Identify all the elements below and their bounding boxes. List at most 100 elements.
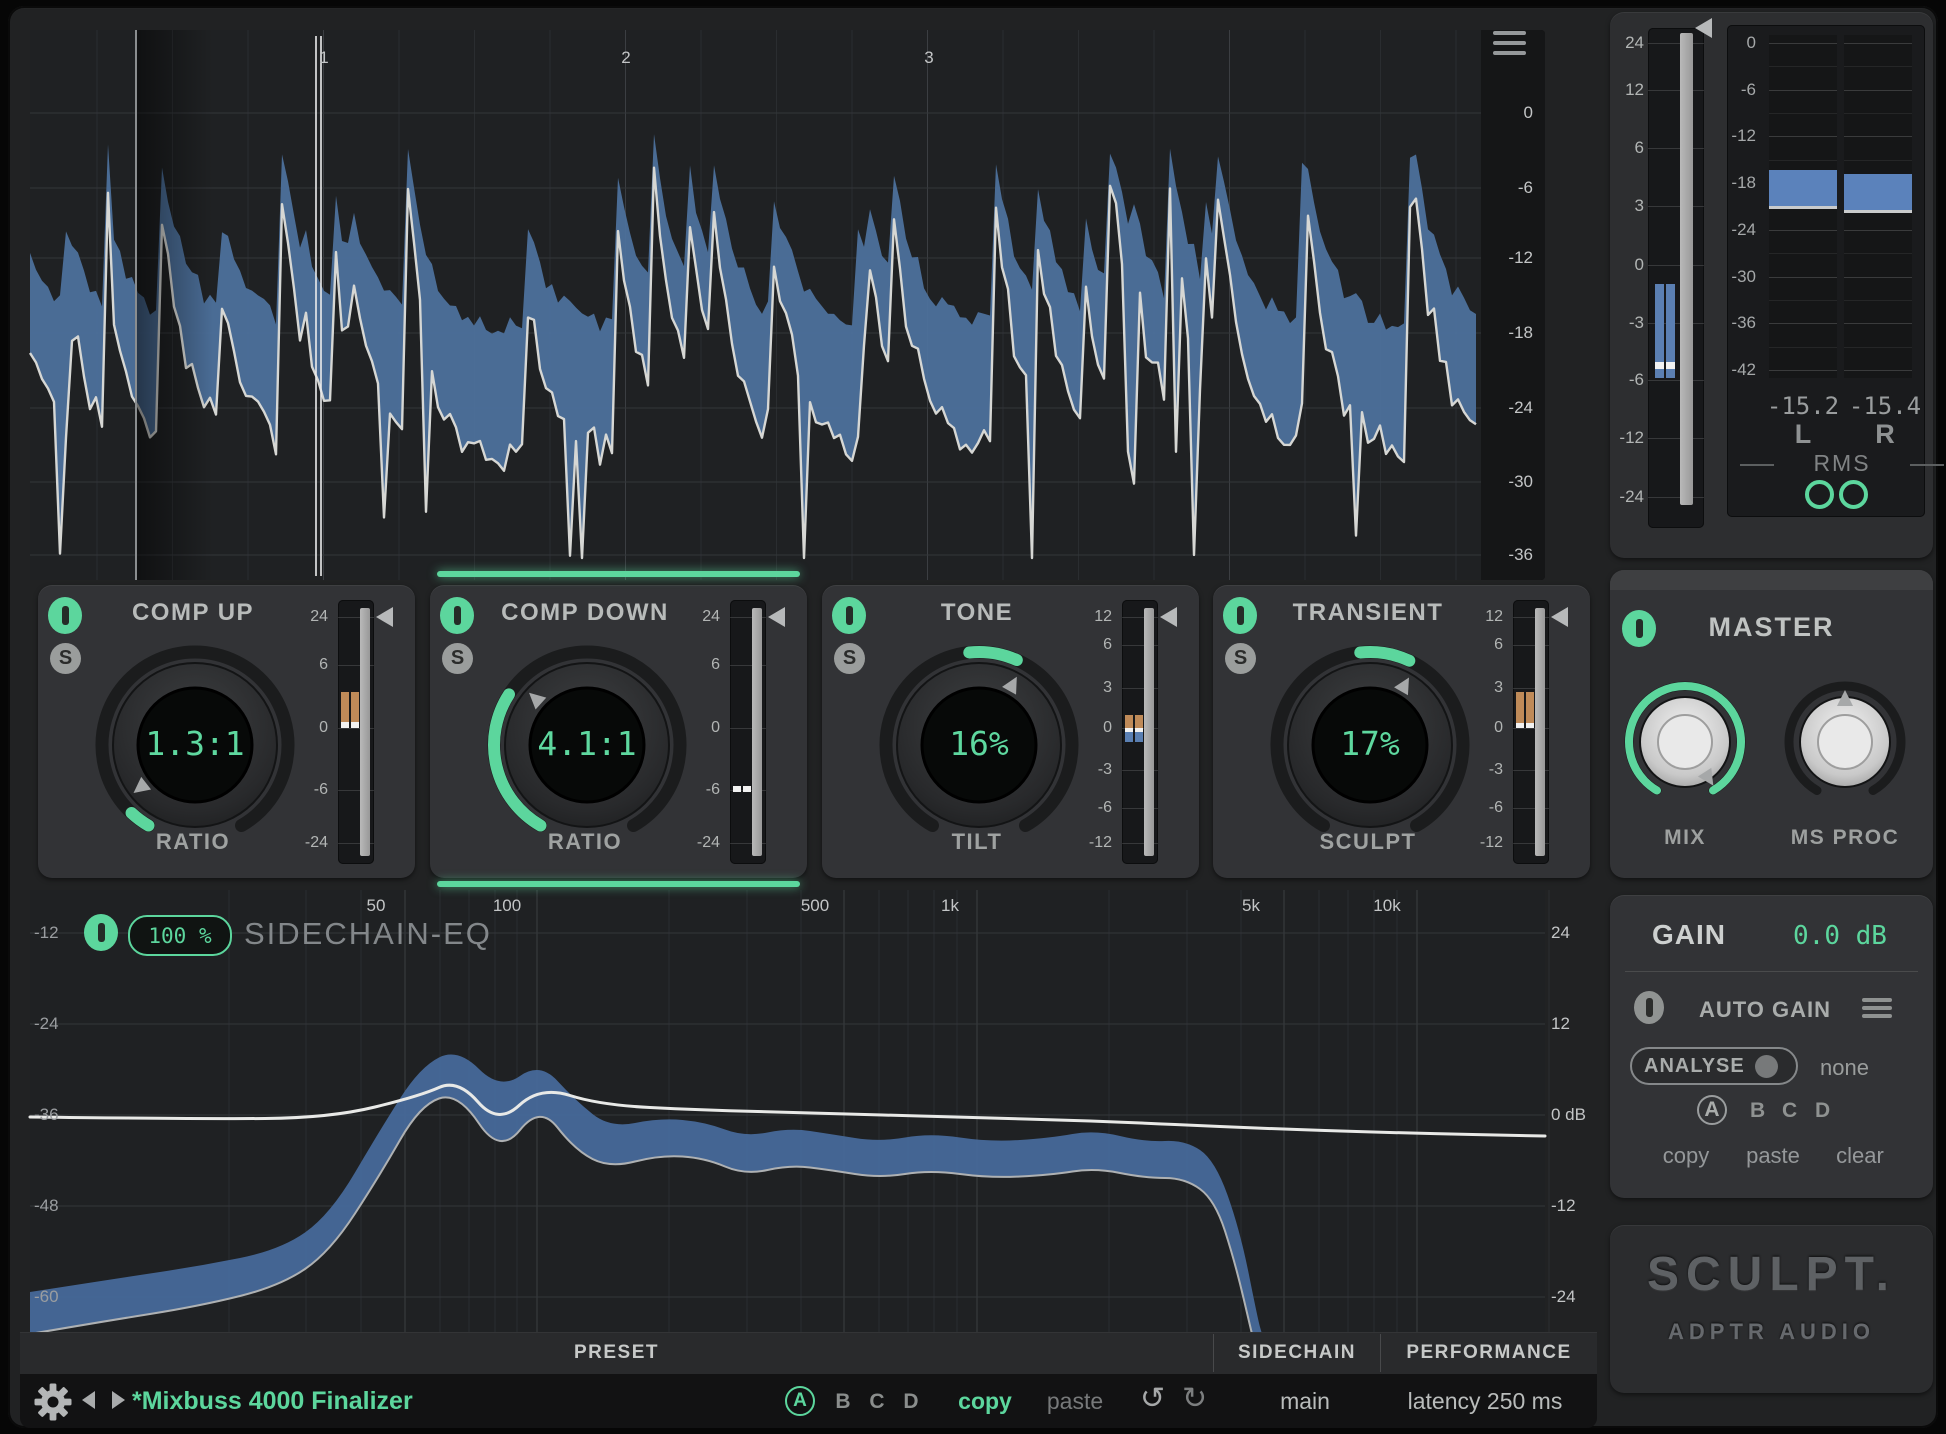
gain-action-paste[interactable]: paste: [1735, 1143, 1811, 1169]
module-meter-bar: [1135, 715, 1143, 728]
stereo-link-icon[interactable]: [1805, 480, 1868, 509]
module-meter-slider[interactable]: [1535, 608, 1545, 856]
module-meter-scale-label: 12: [1423, 607, 1503, 627]
settings-gear-icon[interactable]: [34, 1383, 72, 1421]
module-meter-bar: [341, 722, 349, 728]
eq-left-scale-label: -24: [34, 1014, 59, 1034]
mix-label: MIX: [1615, 826, 1755, 850]
mix-knob[interactable]: [1615, 672, 1755, 812]
paste-button[interactable]: paste: [1030, 1388, 1120, 1415]
redo-icon[interactable]: ↻: [1182, 1381, 1207, 1416]
output-gain-scale-label: -3: [1604, 313, 1644, 333]
tab-sidechain[interactable]: SIDECHAIN: [1214, 1332, 1380, 1374]
module-meter-marker[interactable]: [1551, 607, 1568, 627]
slot-c[interactable]: C: [862, 1390, 892, 1414]
tab-sidechain-label: SIDECHAIN: [1238, 1342, 1356, 1364]
gain-slot-a[interactable]: A: [1697, 1095, 1727, 1125]
module-solo-button[interactable]: S: [442, 643, 473, 674]
auto-gain-power-button[interactable]: [1634, 991, 1664, 1024]
module-meter-scale-label: -12: [1423, 833, 1503, 853]
gain-slider-marker[interactable]: [1695, 18, 1712, 38]
module-meter-marker[interactable]: [1160, 607, 1177, 627]
module-meter-scale-label: 6: [640, 655, 720, 675]
module-meter-slider[interactable]: [1144, 608, 1154, 856]
undo-icon[interactable]: ↺: [1140, 1381, 1165, 1416]
tab-preset[interactable]: PRESET: [20, 1332, 1213, 1374]
gain-action-clear[interactable]: clear: [1822, 1143, 1898, 1169]
gain-panel: GAIN 0.0 dB AUTO GAIN ANALYSE none ABCD …: [1610, 895, 1933, 1198]
tab-performance-label: PERFORMANCE: [1406, 1342, 1571, 1364]
tab-strip: PRESET SIDECHAIN PERFORMANCE: [20, 1332, 1597, 1374]
gain-label: GAIN: [1652, 919, 1726, 951]
gain-slot-b[interactable]: B: [1750, 1099, 1765, 1123]
output-gain-scale-label: 24: [1604, 33, 1644, 53]
module-meter-slider[interactable]: [360, 608, 370, 856]
gain-action-copy[interactable]: copy: [1648, 1143, 1724, 1169]
eq-left-scale-label: -60: [34, 1287, 59, 1307]
menu-icon[interactable]: [1493, 31, 1526, 55]
tab-preset-label: PRESET: [574, 1342, 659, 1364]
output-gain-scale-label: -24: [1604, 487, 1644, 507]
module-meter-scale-label: -24: [248, 833, 328, 853]
analyse-source-value[interactable]: none: [1820, 1055, 1869, 1081]
eq-freq-label: 50: [346, 896, 406, 916]
output-gain-scale-label: -12: [1604, 428, 1644, 448]
module-meter-bar: [341, 692, 349, 722]
lr-meter-scale-label: -24: [1723, 220, 1756, 240]
rms-divider-left: [1740, 464, 1774, 466]
preset-next-button[interactable]: [112, 1391, 125, 1409]
waveform-db-label: -24: [1481, 398, 1533, 418]
copy-button[interactable]: copy: [940, 1388, 1030, 1415]
master-panel-edge: [1610, 570, 1933, 590]
eq-right-scale-label: -24: [1551, 1287, 1576, 1307]
slot-a[interactable]: A: [785, 1386, 815, 1416]
module-solo-button[interactable]: S: [50, 643, 81, 674]
sidechain-eq-title: SIDECHAIN-EQ: [244, 916, 492, 952]
waveform-db-scale: 0-6-12-18-24-30-36: [1481, 30, 1545, 580]
slot-b[interactable]: B: [828, 1390, 858, 1414]
gain-slot-d[interactable]: D: [1815, 1099, 1830, 1123]
module-meter-bar: [351, 722, 359, 728]
module-solo-button[interactable]: S: [834, 643, 865, 674]
waveform-db-label: -18: [1481, 323, 1533, 343]
module-meter-scale-label: 24: [640, 607, 720, 627]
master-panel: MASTER MIX MS PROC: [1610, 570, 1933, 878]
msproc-knob[interactable]: [1775, 672, 1915, 812]
output-gain-slider[interactable]: [1680, 33, 1693, 505]
analyse-button[interactable]: ANALYSE: [1630, 1047, 1798, 1085]
module-meter-scale-label: 3: [1032, 678, 1112, 698]
module-meter-scale-label: 24: [248, 607, 328, 627]
logo-panel: SCULPT. ADPTR AUDIO: [1610, 1225, 1933, 1393]
tab-performance[interactable]: PERFORMANCE: [1381, 1332, 1597, 1374]
bottom-bar: *Mixbuss 4000 Finalizer ABCD copy paste …: [20, 1374, 1597, 1428]
lr-meter-scale-label: -18: [1723, 173, 1756, 193]
slot-d[interactable]: D: [896, 1390, 926, 1414]
waveform-db-label: -30: [1481, 472, 1533, 492]
channel-label-left: L: [1760, 424, 1846, 444]
module-comp-down: SCOMP DOWN4.1:1RATIO2460-6-24: [430, 585, 807, 878]
sidechain-eq-power-button[interactable]: [84, 914, 118, 951]
master-meter-panel: 2412630-3-6-12-24 0-6-12-18-24-30-36-42 …: [1610, 12, 1933, 558]
module-comp-up: SCOMP UP1.3:1RATIO2460-6-24: [38, 585, 415, 878]
module-meter-marker[interactable]: [768, 607, 785, 627]
sidechain-eq-plot: [30, 890, 1545, 1332]
rms-label: RMS: [1774, 453, 1910, 473]
preset-name[interactable]: *Mixbuss 4000 Finalizer: [132, 1387, 413, 1416]
main-selector[interactable]: main: [1250, 1388, 1360, 1415]
module-meter-scale-label: -6: [1423, 798, 1503, 818]
gain-value[interactable]: 0.0 dB: [1760, 921, 1920, 951]
eq-right-scale-label: -12: [1551, 1196, 1576, 1216]
module-meter-bar: [743, 786, 751, 792]
eq-right-scale-label: 12: [1551, 1014, 1570, 1034]
module-meter-marker[interactable]: [376, 607, 393, 627]
module-meter-slider[interactable]: [752, 608, 762, 856]
preset-prev-button[interactable]: [82, 1391, 95, 1409]
sidechain-eq-amount[interactable]: 100 %: [128, 915, 232, 956]
sidechain-eq-amount-value: 100 %: [148, 924, 211, 948]
gain-slot-c[interactable]: C: [1782, 1099, 1797, 1123]
auto-gain-menu-icon[interactable]: [1862, 998, 1892, 1018]
gain-divider: [1625, 971, 1918, 972]
module-meter-scale-label: 6: [1032, 635, 1112, 655]
module-solo-button[interactable]: S: [1225, 643, 1256, 674]
eq-right-scale-label: 24: [1551, 923, 1570, 943]
